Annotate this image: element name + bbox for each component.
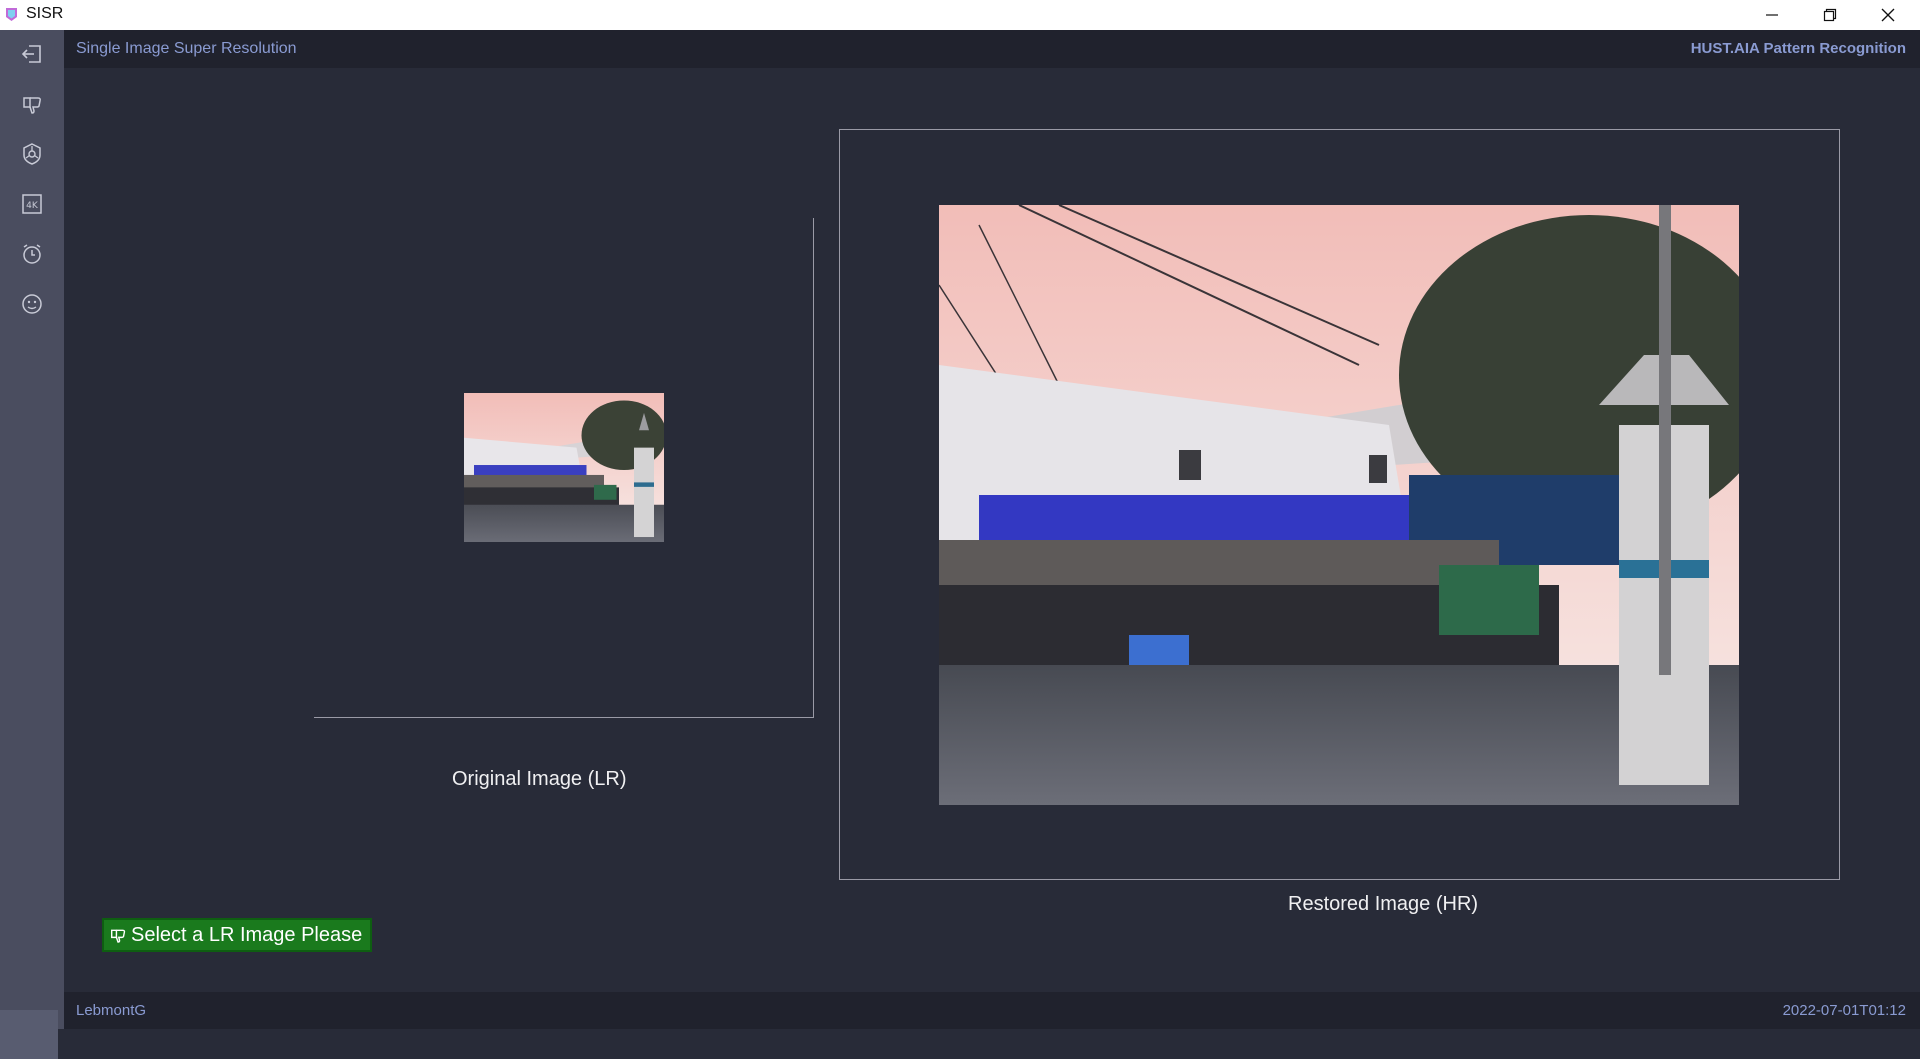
title-bar: SISR xyxy=(0,0,1920,30)
status-bar: LebmontG 2022-07-01T01:12 xyxy=(64,992,1920,1029)
sign-out-icon xyxy=(21,45,41,63)
thumbs-down-icon xyxy=(23,97,41,114)
svg-text:4K: 4K xyxy=(26,201,39,211)
lr-caption: Original Image (LR) xyxy=(452,768,627,790)
sidebar-item-exit[interactable] xyxy=(18,40,46,68)
sidebar-item-4k[interactable]: 4K xyxy=(18,190,46,218)
close-button[interactable] xyxy=(1859,0,1917,30)
select-lr-image-button[interactable]: Select a LR Image Please xyxy=(102,918,372,952)
thumbs-down-icon xyxy=(111,929,126,943)
hr-caption: Restored Image (HR) xyxy=(1288,893,1479,915)
app-name: Single Image Super Resolution xyxy=(76,40,297,57)
smiley-icon xyxy=(22,294,42,314)
header-bar: Single Image Super Resolution HUST.AIA P… xyxy=(64,30,1920,68)
minimize-icon xyxy=(1766,14,1778,16)
restore-icon xyxy=(1823,8,1837,22)
sidebar-item-about[interactable] xyxy=(18,290,46,318)
sidebar-item-timer[interactable] xyxy=(18,240,46,268)
author-label: LebmontG xyxy=(76,1002,147,1019)
select-button-label: Select a LR Image Please xyxy=(131,923,363,946)
organization-label: HUST.AIA Pattern Recognition xyxy=(1690,40,1906,57)
shield-icon xyxy=(23,143,41,165)
window-title: SISR xyxy=(26,5,64,22)
alarm-clock-icon xyxy=(23,244,41,264)
close-icon xyxy=(1881,8,1895,22)
4k-icon: 4K xyxy=(22,194,42,214)
hr-image xyxy=(939,205,1739,805)
sidebar-footer xyxy=(0,1010,58,1059)
lr-image xyxy=(464,393,664,542)
sidebar-item-select[interactable] xyxy=(18,90,46,118)
restore-button[interactable] xyxy=(1801,0,1859,30)
minimize-button[interactable] xyxy=(1743,0,1801,30)
sidebar-item-model[interactable] xyxy=(18,140,46,168)
app-icon xyxy=(6,8,17,21)
timestamp-label: 2022-07-01T01:12 xyxy=(1782,1002,1906,1019)
sidebar: 4K xyxy=(0,30,64,1059)
